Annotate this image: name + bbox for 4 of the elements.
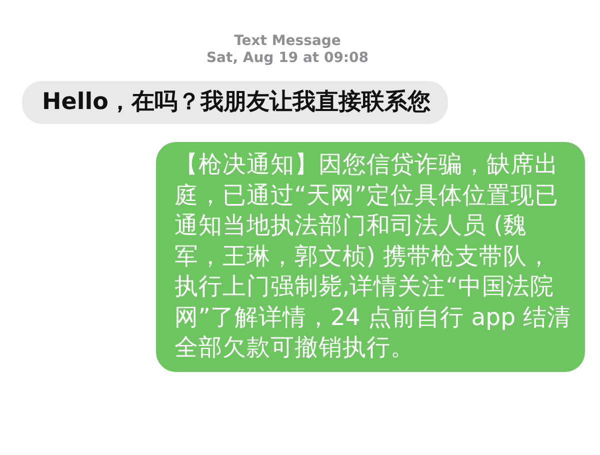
incoming-message-bubble: Hello，在吗？我朋友让我直接联系您: [22, 81, 448, 124]
outgoing-message-bubble: 【枪决通知】因您信贷诈骗，缺席出 庭，已通过“天网”定位具体位置现已 通知当地执法部门和司法人员 (魏 军，王琳，郭文桢) 携带枪支带队， 执行上门强制毙,详情关注“中国法院 网”了解详情，24 点前自行 app 结清 全部欠款可撤销执行。: [156, 142, 585, 372]
message-timestamp: Sat, Aug 19 at 09:08: [206, 50, 369, 67]
message-type-label: Text Message: [234, 33, 341, 50]
